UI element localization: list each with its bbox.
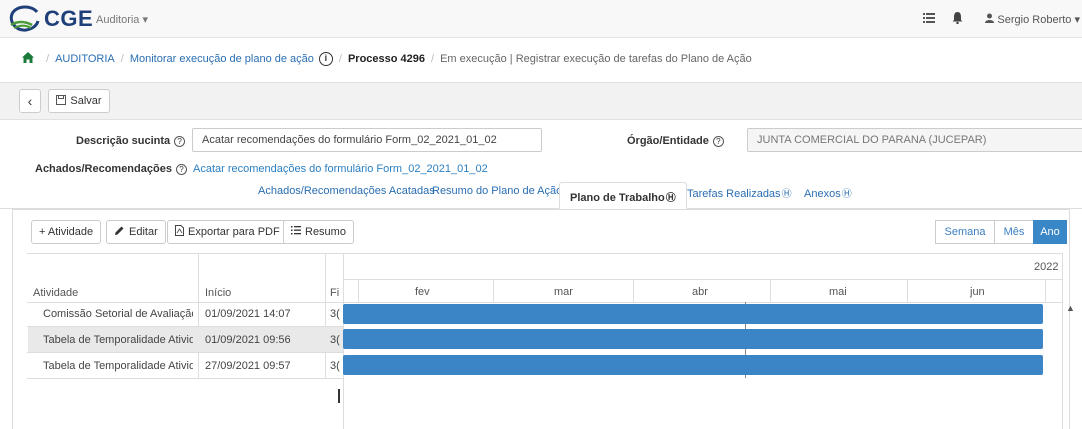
month-divider	[907, 280, 908, 302]
help-icon: Ⓗ	[665, 193, 676, 204]
add-activity-button[interactable]: + Atividade	[31, 220, 102, 244]
month-label: fev	[415, 286, 430, 298]
back-button[interactable]: ‹	[19, 89, 41, 113]
breadcrumb-processo: Processo 4296	[347, 53, 426, 65]
list-icon	[291, 226, 301, 238]
row-inicio: 01/09/2021 14:07	[205, 308, 291, 320]
edit-button[interactable]: Editar	[106, 220, 166, 244]
descricao-label: Descrição sucinta?	[76, 135, 186, 147]
pencil-icon	[114, 225, 125, 239]
row-line	[27, 352, 343, 353]
orgao-label: Órgão/Entidade?	[627, 135, 724, 147]
help-icon[interactable]: ?	[174, 136, 186, 147]
info-icon[interactable]: i	[318, 52, 333, 66]
module-menu[interactable]: Auditoria ▾	[96, 13, 148, 26]
breadcrumb-monitorar[interactable]: Monitorar execução de plano de ação	[130, 53, 314, 65]
col-divider	[198, 253, 199, 378]
tab-resumo-plano[interactable]: Resumo do Plano de Ação	[432, 185, 562, 197]
achados-label: Achados/Recomendações?	[35, 163, 187, 175]
grid-top-line	[27, 253, 1062, 254]
save-label: Salvar	[70, 95, 102, 107]
user-icon	[985, 13, 997, 26]
user-name: Sergio Roberto ▾	[997, 13, 1080, 26]
row-fim: 3(	[330, 308, 340, 320]
month-divider	[358, 280, 359, 302]
logo-text: CGE	[44, 6, 94, 31]
cge-logo-icon	[9, 5, 40, 32]
row-fim: 3(	[330, 360, 340, 372]
export-pdf-button[interactable]: Exportar para PDF	[167, 220, 288, 244]
timeline-year-line	[343, 279, 1062, 280]
breadcrumb-current: Em execução | Registrar execução de tare…	[440, 53, 752, 65]
tab-anexos[interactable]: AnexosⒽ	[804, 185, 852, 200]
row-inicio: 27/09/2021 09:57	[205, 360, 291, 372]
row-line	[27, 378, 343, 379]
help-icon[interactable]: ?	[175, 164, 187, 175]
bell-icon[interactable]	[943, 11, 971, 27]
month-divider	[1045, 280, 1046, 302]
chevron-left-icon: ‹	[27, 93, 33, 109]
view-week-button[interactable]: Semana	[935, 220, 995, 244]
row-atividade[interactable]: Tabela de Temporalidade Ativid...	[43, 360, 193, 372]
month-divider	[770, 280, 771, 302]
col-header-atividade[interactable]: Atividade	[33, 287, 78, 299]
month-label: mai	[829, 286, 847, 298]
timeline-year: 2022	[1034, 261, 1059, 273]
save-button[interactable]: Salvar	[48, 89, 110, 113]
breadcrumb: / AUDITORIA / Monitorar execução de plan…	[22, 51, 752, 67]
col-divider	[325, 253, 326, 378]
tab-plano-trabalho[interactable]: Plano de TrabalhoⒽ	[559, 182, 687, 209]
grid-header-line	[27, 302, 1062, 303]
col-header-inicio[interactable]: Início	[205, 287, 231, 299]
help-icon: Ⓗ	[841, 189, 852, 200]
descricao-field[interactable]: Acatar recomendações do formulário Form_…	[192, 128, 542, 152]
floppy-icon	[56, 94, 67, 108]
tab-achados-acatadas[interactable]: Achados/Recomendações Acatadas	[258, 185, 435, 197]
tab-tarefas-realizadas[interactable]: Tarefas RealizadasⒽ	[687, 185, 792, 200]
row-inicio: 01/09/2021 09:56	[205, 334, 291, 346]
home-icon[interactable]	[22, 52, 34, 66]
row-fim: 3(	[330, 334, 340, 346]
breadcrumb-auditoria[interactable]: AUDITORIA	[55, 53, 115, 65]
task-bar[interactable]	[343, 304, 1043, 324]
task-bar[interactable]	[343, 329, 1043, 349]
timeline-right-border	[1062, 253, 1063, 429]
action-toolbar	[0, 82, 1082, 120]
grid-resizer[interactable]	[338, 389, 340, 403]
list-icon[interactable]	[915, 12, 943, 26]
summary-button[interactable]: Resumo	[283, 220, 354, 244]
top-navbar: CGE Auditoria ▾ Sergio Roberto ▾	[0, 0, 1082, 38]
pdf-icon	[175, 225, 184, 239]
row-atividade[interactable]: Comissão Setorial de Avaliação ...	[43, 308, 193, 320]
help-icon[interactable]: ?	[712, 136, 724, 147]
cge-logo[interactable]: CGE	[8, 3, 93, 35]
month-label: mar	[554, 286, 573, 298]
task-bar[interactable]	[343, 355, 1043, 375]
achados-link[interactable]: Acatar recomendações do formulário Form_…	[193, 163, 488, 175]
view-switcher: Semana Mês Ano	[935, 220, 1067, 244]
view-month-button[interactable]: Mês	[994, 220, 1034, 244]
month-divider	[633, 280, 634, 302]
month-divider	[493, 280, 494, 302]
scroll-up-icon[interactable]: ▲	[1066, 303, 1075, 313]
month-label: abr	[692, 286, 708, 298]
user-menu[interactable]: Sergio Roberto ▾	[985, 13, 1080, 26]
view-year-button[interactable]: Ano	[1033, 220, 1067, 244]
row-atividade[interactable]: Tabela de Temporalidade Ativid...	[43, 334, 193, 346]
orgao-field[interactable]: JUNTA COMERCIAL DO PARANA (JUCEPAR)	[747, 128, 1082, 152]
help-icon: Ⓗ	[781, 189, 792, 200]
month-label: jun	[970, 286, 985, 298]
col-header-fim[interactable]: Fi	[330, 287, 339, 299]
